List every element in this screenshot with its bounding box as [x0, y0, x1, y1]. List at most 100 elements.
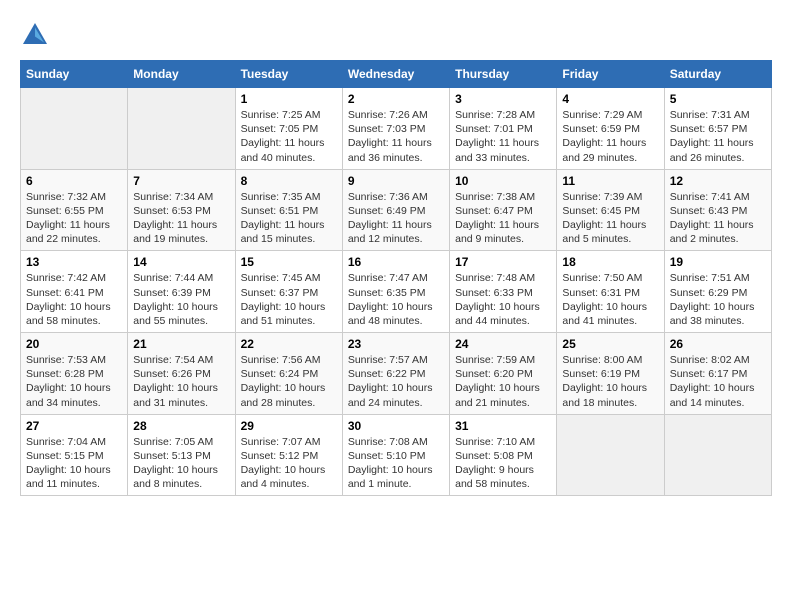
weekday-header-friday: Friday	[557, 61, 664, 88]
page-header	[20, 20, 772, 50]
cell-info: Sunrise: 7:54 AMSunset: 6:26 PMDaylight:…	[133, 353, 229, 410]
day-number: 6	[26, 174, 122, 188]
day-number: 28	[133, 419, 229, 433]
calendar-cell: 25 Sunrise: 8:00 AMSunset: 6:19 PMDayligh…	[557, 333, 664, 415]
calendar-cell: 8 Sunrise: 7:35 AMSunset: 6:51 PMDaylight…	[235, 169, 342, 251]
calendar-cell: 5Sunrise: 7:31 AMSunset: 6:57 PMDaylight…	[664, 88, 771, 170]
day-number: 14	[133, 255, 229, 269]
calendar-cell: 16 Sunrise: 7:47 AMSunset: 6:35 PMDayligh…	[342, 251, 449, 333]
day-number: 17	[455, 255, 551, 269]
cell-info: Sunrise: 7:47 AMSunset: 6:35 PMDaylight:…	[348, 271, 444, 328]
cell-info: Sunrise: 7:08 AMSunset: 5:10 PMDaylight:…	[348, 435, 444, 492]
calendar-cell: 14 Sunrise: 7:44 AMSunset: 6:39 PMDayligh…	[128, 251, 235, 333]
calendar-cell: 23Sunrise: 7:57 AMSunset: 6:22 PMDayligh…	[342, 333, 449, 415]
day-number: 25	[562, 337, 658, 351]
cell-info: Sunrise: 7:29 AMSunset: 6:59 PMDaylight:…	[562, 108, 658, 165]
calendar-cell: 4 Sunrise: 7:29 AMSunset: 6:59 PMDaylight…	[557, 88, 664, 170]
day-number: 10	[455, 174, 551, 188]
calendar-cell: 21 Sunrise: 7:54 AMSunset: 6:26 PMDayligh…	[128, 333, 235, 415]
calendar-cell: 12 Sunrise: 7:41 AMSunset: 6:43 PMDayligh…	[664, 169, 771, 251]
day-number: 8	[241, 174, 337, 188]
weekday-header-row: SundayMondayTuesdayWednesdayThursdayFrid…	[21, 61, 772, 88]
day-number: 9	[348, 174, 444, 188]
calendar-cell	[128, 88, 235, 170]
cell-info: Sunrise: 7:34 AMSunset: 6:53 PMDaylight:…	[133, 190, 229, 247]
weekday-header-sunday: Sunday	[21, 61, 128, 88]
calendar-cell: 19 Sunrise: 7:51 AMSunset: 6:29 PMDayligh…	[664, 251, 771, 333]
calendar-cell: 24 Sunrise: 7:59 AMSunset: 6:20 PMDayligh…	[450, 333, 557, 415]
cell-info: Sunrise: 7:45 AMSunset: 6:37 PMDaylight:…	[241, 271, 337, 328]
cell-info: Sunrise: 7:50 AMSunset: 6:31 PMDaylight:…	[562, 271, 658, 328]
calendar-cell: 20 Sunrise: 7:53 AMSunset: 6:28 PMDayligh…	[21, 333, 128, 415]
calendar-cell: 7 Sunrise: 7:34 AMSunset: 6:53 PMDaylight…	[128, 169, 235, 251]
day-number: 2	[348, 92, 444, 106]
calendar-cell: 17 Sunrise: 7:48 AMSunset: 6:33 PMDayligh…	[450, 251, 557, 333]
calendar-cell: 6 Sunrise: 7:32 AMSunset: 6:55 PMDaylight…	[21, 169, 128, 251]
calendar-cell: 22 Sunrise: 7:56 AMSunset: 6:24 PMDayligh…	[235, 333, 342, 415]
calendar-cell: 31Sunrise: 7:10 AMSunset: 5:08 PMDayligh…	[450, 414, 557, 496]
calendar-cell: 11 Sunrise: 7:39 AMSunset: 6:45 PMDayligh…	[557, 169, 664, 251]
cell-info: Sunrise: 7:48 AMSunset: 6:33 PMDaylight:…	[455, 271, 551, 328]
calendar-cell	[557, 414, 664, 496]
cell-info: Sunrise: 7:42 AMSunset: 6:41 PMDaylight:…	[26, 271, 122, 328]
cell-info: Sunrise: 7:28 AMSunset: 7:01 PMDaylight:…	[455, 108, 551, 165]
day-number: 3	[455, 92, 551, 106]
calendar-week-5: 27 Sunrise: 7:04 AMSunset: 5:15 PMDayligh…	[21, 414, 772, 496]
calendar-week-1: 1Sunrise: 7:25 AMSunset: 7:05 PMDaylight…	[21, 88, 772, 170]
calendar-week-2: 6 Sunrise: 7:32 AMSunset: 6:55 PMDaylight…	[21, 169, 772, 251]
day-number: 24	[455, 337, 551, 351]
day-number: 30	[348, 419, 444, 433]
calendar-cell: 15 Sunrise: 7:45 AMSunset: 6:37 PMDayligh…	[235, 251, 342, 333]
cell-info: Sunrise: 7:04 AMSunset: 5:15 PMDaylight:…	[26, 435, 122, 492]
day-number: 20	[26, 337, 122, 351]
calendar-cell: 9 Sunrise: 7:36 AMSunset: 6:49 PMDaylight…	[342, 169, 449, 251]
day-number: 1	[241, 92, 337, 106]
day-number: 4	[562, 92, 658, 106]
day-number: 19	[670, 255, 766, 269]
cell-info: Sunrise: 7:07 AMSunset: 5:12 PMDaylight:…	[241, 435, 337, 492]
weekday-header-tuesday: Tuesday	[235, 61, 342, 88]
calendar-week-3: 13Sunrise: 7:42 AMSunset: 6:41 PMDayligh…	[21, 251, 772, 333]
cell-info: Sunrise: 7:53 AMSunset: 6:28 PMDaylight:…	[26, 353, 122, 410]
day-number: 7	[133, 174, 229, 188]
logo-icon	[20, 20, 50, 50]
cell-info: Sunrise: 7:56 AMSunset: 6:24 PMDaylight:…	[241, 353, 337, 410]
cell-info: Sunrise: 7:05 AMSunset: 5:13 PMDaylight:…	[133, 435, 229, 492]
day-number: 15	[241, 255, 337, 269]
calendar-table: SundayMondayTuesdayWednesdayThursdayFrid…	[20, 60, 772, 496]
calendar-cell: 3 Sunrise: 7:28 AMSunset: 7:01 PMDaylight…	[450, 88, 557, 170]
calendar-week-4: 20 Sunrise: 7:53 AMSunset: 6:28 PMDayligh…	[21, 333, 772, 415]
calendar-cell: 10 Sunrise: 7:38 AMSunset: 6:47 PMDayligh…	[450, 169, 557, 251]
calendar-cell: 2Sunrise: 7:26 AMSunset: 7:03 PMDaylight…	[342, 88, 449, 170]
calendar-cell: 1Sunrise: 7:25 AMSunset: 7:05 PMDaylight…	[235, 88, 342, 170]
calendar-cell: 29Sunrise: 7:07 AMSunset: 5:12 PMDayligh…	[235, 414, 342, 496]
calendar-cell: 18 Sunrise: 7:50 AMSunset: 6:31 PMDayligh…	[557, 251, 664, 333]
cell-info: Sunrise: 7:44 AMSunset: 6:39 PMDaylight:…	[133, 271, 229, 328]
weekday-header-wednesday: Wednesday	[342, 61, 449, 88]
day-number: 21	[133, 337, 229, 351]
cell-info: Sunrise: 7:39 AMSunset: 6:45 PMDaylight:…	[562, 190, 658, 247]
cell-info: Sunrise: 7:35 AMSunset: 6:51 PMDaylight:…	[241, 190, 337, 247]
weekday-header-monday: Monday	[128, 61, 235, 88]
cell-info: Sunrise: 7:51 AMSunset: 6:29 PMDaylight:…	[670, 271, 766, 328]
day-number: 11	[562, 174, 658, 188]
day-number: 12	[670, 174, 766, 188]
calendar-cell: 28 Sunrise: 7:05 AMSunset: 5:13 PMDayligh…	[128, 414, 235, 496]
day-number: 18	[562, 255, 658, 269]
calendar-cell: 27 Sunrise: 7:04 AMSunset: 5:15 PMDayligh…	[21, 414, 128, 496]
cell-info: Sunrise: 7:59 AMSunset: 6:20 PMDaylight:…	[455, 353, 551, 410]
day-number: 22	[241, 337, 337, 351]
day-number: 16	[348, 255, 444, 269]
day-number: 27	[26, 419, 122, 433]
calendar-cell	[21, 88, 128, 170]
weekday-header-thursday: Thursday	[450, 61, 557, 88]
cell-info: Sunrise: 7:57 AMSunset: 6:22 PMDaylight:…	[348, 353, 444, 410]
cell-info: Sunrise: 7:36 AMSunset: 6:49 PMDaylight:…	[348, 190, 444, 247]
cell-info: Sunrise: 7:41 AMSunset: 6:43 PMDaylight:…	[670, 190, 766, 247]
cell-info: Sunrise: 8:00 AMSunset: 6:19 PMDaylight:…	[562, 353, 658, 410]
cell-info: Sunrise: 7:10 AMSunset: 5:08 PMDaylight:…	[455, 435, 551, 492]
cell-info: Sunrise: 7:32 AMSunset: 6:55 PMDaylight:…	[26, 190, 122, 247]
cell-info: Sunrise: 8:02 AMSunset: 6:17 PMDaylight:…	[670, 353, 766, 410]
calendar-cell: 26Sunrise: 8:02 AMSunset: 6:17 PMDayligh…	[664, 333, 771, 415]
cell-info: Sunrise: 7:38 AMSunset: 6:47 PMDaylight:…	[455, 190, 551, 247]
